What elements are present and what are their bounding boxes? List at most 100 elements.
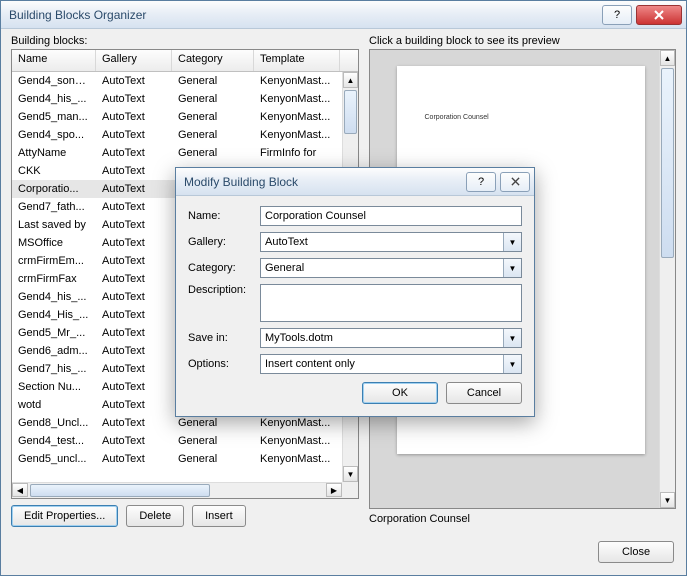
gallery-value: AutoText	[265, 236, 308, 248]
close-window-button[interactable]	[636, 5, 682, 25]
vertical-scroll-thumb[interactable]	[344, 90, 357, 134]
cell-gallery: AutoText	[96, 342, 172, 360]
table-row[interactable]: Gend4_test...AutoTextGeneralKenyonMast..…	[12, 432, 342, 450]
cell-category: General	[172, 90, 254, 108]
table-row[interactable]: Gend4_his_...AutoTextGeneralKenyonMast..…	[12, 90, 342, 108]
cell-template: KenyonMast...	[254, 432, 340, 450]
column-header-template[interactable]: Template	[254, 50, 340, 71]
cell-category: General	[172, 126, 254, 144]
table-row[interactable]: Gend4_spo...AutoTextGeneralKenyonMast...	[12, 126, 342, 144]
preview-scroll-up[interactable]: ▲	[660, 50, 675, 66]
cell-name: AttyName	[12, 144, 96, 162]
sub-titlebar-buttons: ?	[466, 172, 534, 192]
category-value: General	[265, 262, 304, 274]
titlebar: Building Blocks Organizer ?	[1, 1, 686, 29]
scroll-left-arrow[interactable]: ◀	[12, 483, 28, 497]
horizontal-scrollbar[interactable]: ◀ ▶	[12, 482, 342, 498]
scroll-up-arrow[interactable]: ▲	[343, 72, 358, 88]
preview-scrollbar[interactable]: ▲ ▼	[659, 50, 675, 508]
save-in-combo[interactable]: MyTools.dotm▼	[260, 328, 522, 348]
cell-name: Gend4_his_...	[12, 90, 96, 108]
table-row[interactable]: Gend5_man...AutoTextGeneralKenyonMast...	[12, 108, 342, 126]
chevron-down-icon[interactable]: ▼	[503, 355, 521, 373]
horizontal-scroll-thumb[interactable]	[30, 484, 210, 497]
ok-button[interactable]: OK	[362, 382, 438, 404]
cell-name: Gend4_His_...	[12, 306, 96, 324]
cell-name: Gend6_adm...	[12, 342, 96, 360]
modify-building-block-dialog: Modify Building Block ? Name: Corporatio…	[175, 167, 535, 417]
edit-properties-button[interactable]: Edit Properties...	[11, 505, 118, 527]
name-value: Corporation Counsel	[265, 210, 366, 222]
insert-button[interactable]: Insert	[192, 505, 246, 527]
label-save-in: Save in:	[188, 332, 260, 344]
cell-name: Gend7_fath...	[12, 198, 96, 216]
cell-gallery: AutoText	[96, 306, 172, 324]
sub-close-button[interactable]	[500, 172, 530, 192]
cell-name: Gend4_his_...	[12, 288, 96, 306]
help-button[interactable]: ?	[602, 5, 632, 25]
sub-help-button[interactable]: ?	[466, 172, 496, 192]
cancel-button[interactable]: Cancel	[446, 382, 522, 404]
cell-gallery: AutoText	[96, 198, 172, 216]
scroll-right-arrow[interactable]: ▶	[326, 483, 342, 497]
cell-category: General	[172, 108, 254, 126]
sub-titlebar: Modify Building Block ?	[176, 168, 534, 196]
table-row[interactable]: Gend4_son_...AutoTextGeneralKenyonMast..…	[12, 72, 342, 90]
cell-gallery: AutoText	[96, 432, 172, 450]
cell-gallery: AutoText	[96, 108, 172, 126]
cell-template: FirmInfo for	[254, 144, 340, 162]
cell-gallery: AutoText	[96, 252, 172, 270]
name-input[interactable]: Corporation Counsel	[260, 206, 522, 226]
preview-scroll-thumb[interactable]	[661, 68, 674, 258]
cell-gallery: AutoText	[96, 126, 172, 144]
cell-category: General	[172, 450, 254, 468]
gallery-combo[interactable]: AutoText ▼	[260, 232, 522, 252]
cell-gallery: AutoText	[96, 234, 172, 252]
cell-category: General	[172, 144, 254, 162]
column-header-gallery[interactable]: Gallery	[96, 50, 172, 71]
close-icon	[654, 10, 664, 20]
cell-gallery: AutoText	[96, 72, 172, 90]
column-header-name[interactable]: Name	[12, 50, 96, 71]
close-button[interactable]: Close	[598, 541, 674, 563]
cell-template: KenyonMast...	[254, 108, 340, 126]
chevron-down-icon[interactable]: ▼	[503, 329, 521, 347]
cell-gallery: AutoText	[96, 378, 172, 396]
cell-name: Last saved by	[12, 216, 96, 234]
scroll-corner	[342, 482, 358, 498]
category-combo[interactable]: General ▼	[260, 258, 522, 278]
label-description: Description:	[188, 284, 260, 296]
chevron-down-icon[interactable]: ▼	[503, 233, 521, 251]
table-row[interactable]: AttyNameAutoTextGeneralFirmInfo for	[12, 144, 342, 162]
label-options: Options:	[188, 358, 260, 370]
cell-category: General	[172, 72, 254, 90]
preview-hint: Click a building block to see its previe…	[369, 35, 676, 47]
preview-caption: Corporation Counsel	[369, 513, 676, 527]
preview-content-text: Corporation Counsel	[425, 114, 617, 121]
description-input[interactable]	[260, 284, 522, 322]
cell-template: KenyonMast...	[254, 90, 340, 108]
cell-template: KenyonMast...	[254, 126, 340, 144]
sub-dialog-title: Modify Building Block	[184, 175, 466, 189]
titlebar-buttons: ?	[602, 5, 686, 25]
table-row[interactable]: Gend5_uncl...AutoTextGeneralKenyonMast..…	[12, 450, 342, 468]
cell-name: crmFirmFax	[12, 270, 96, 288]
dialog-title: Building Blocks Organizer	[9, 8, 602, 22]
cell-name: Gend8_Uncl...	[12, 414, 96, 432]
options-combo[interactable]: Insert content only ▼	[260, 354, 522, 374]
sub-body: Name: Corporation Counsel Gallery: AutoT…	[176, 196, 534, 416]
label-gallery: Gallery:	[188, 236, 260, 248]
cell-name: Gend4_spo...	[12, 126, 96, 144]
cell-gallery: AutoText	[96, 324, 172, 342]
delete-button[interactable]: Delete	[126, 505, 184, 527]
cell-gallery: AutoText	[96, 450, 172, 468]
cell-name: Gend4_test...	[12, 432, 96, 450]
scroll-down-arrow[interactable]: ▼	[343, 466, 358, 482]
cell-name: Gend7_his_...	[12, 360, 96, 378]
options-value: Insert content only	[265, 358, 355, 370]
column-header-category[interactable]: Category	[172, 50, 254, 71]
preview-scroll-down[interactable]: ▼	[660, 492, 675, 508]
close-icon	[511, 177, 520, 186]
chevron-down-icon[interactable]: ▼	[503, 259, 521, 277]
cell-gallery: AutoText	[96, 90, 172, 108]
